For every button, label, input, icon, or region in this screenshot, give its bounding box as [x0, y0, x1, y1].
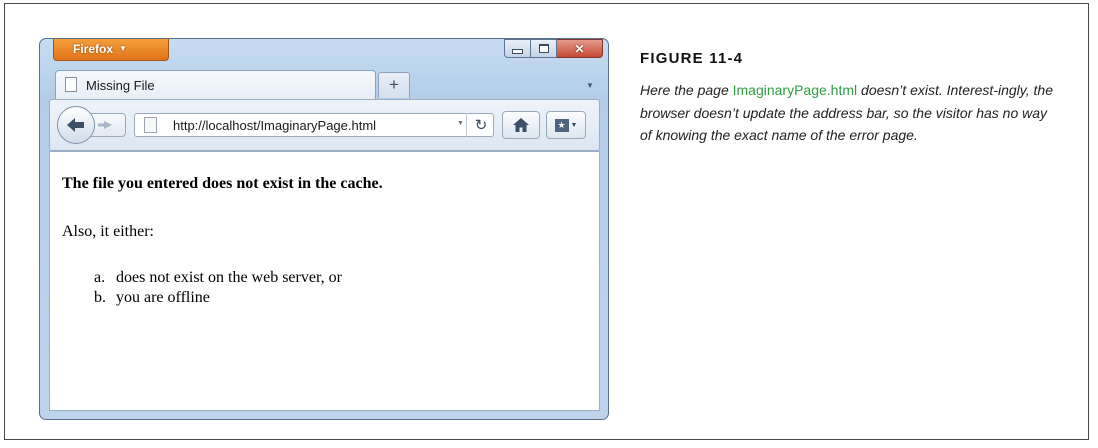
figure-caption: Here the page ImaginaryPage.html doesn’t…: [640, 79, 1060, 147]
error-heading: The file you entered does not exist in t…: [62, 175, 383, 192]
list-item-text: does not exist on the web server, or: [116, 269, 342, 286]
caption-filename: ImaginaryPage.html: [732, 82, 858, 98]
page-icon: [65, 77, 77, 92]
caret-down-icon: ▼: [119, 44, 127, 53]
close-icon: ✕: [574, 41, 585, 56]
back-arrow-icon: [67, 118, 84, 132]
firefox-menu-button[interactable]: Firefox ▼: [53, 39, 169, 61]
list-item: b. you are offline: [94, 288, 342, 308]
new-tab-button[interactable]: +: [378, 72, 410, 98]
address-url: http://localhost/ImaginaryPage.html: [173, 118, 377, 133]
site-identity-icon: [144, 117, 157, 133]
page-content: The file you entered does not exist in t…: [49, 151, 600, 411]
browser-window: Firefox ▼ ✕ Missing File + ▼ http://local…: [39, 38, 609, 420]
tab-list-icon[interactable]: ▼: [586, 81, 594, 90]
close-button[interactable]: ✕: [557, 39, 603, 58]
list-item: a. does not exist on the web server, or: [94, 268, 342, 288]
figure-title: FIGURE 11-4: [640, 50, 744, 67]
tab-title: Missing File: [86, 78, 155, 93]
list-marker: b.: [94, 289, 106, 306]
minimize-icon: [512, 48, 523, 54]
navigation-toolbar: http://localhost/ImaginaryPage.html ▼ ↻ …: [49, 99, 600, 151]
url-history-dropdown-icon[interactable]: ▼: [457, 120, 464, 127]
minimize-button[interactable]: [504, 39, 531, 58]
back-button[interactable]: [57, 106, 95, 144]
home-button[interactable]: [502, 111, 540, 139]
address-bar[interactable]: http://localhost/ImaginaryPage.html ▼: [134, 113, 494, 137]
home-icon: [513, 118, 529, 132]
maximize-icon: [538, 44, 549, 53]
chevron-down-icon: ▼: [570, 121, 578, 129]
reload-icon: ↻: [474, 117, 488, 134]
reload-button[interactable]: ↻: [466, 113, 495, 137]
bookmarks-button[interactable]: ★ ▼: [546, 111, 586, 139]
list-item-text: you are offline: [116, 289, 210, 306]
maximize-button[interactable]: [531, 39, 557, 58]
firefox-menu-label: Firefox: [73, 42, 114, 56]
reason-list: a. does not exist on the web server, or …: [94, 268, 342, 308]
caption-text: Here the page: [640, 82, 733, 98]
bookmark-star-icon: ★: [554, 118, 569, 132]
window-controls: ✕: [504, 39, 603, 58]
list-marker: a.: [94, 269, 106, 286]
tab-missing-file[interactable]: Missing File: [55, 70, 376, 99]
error-paragraph: Also, it either:: [62, 223, 154, 240]
